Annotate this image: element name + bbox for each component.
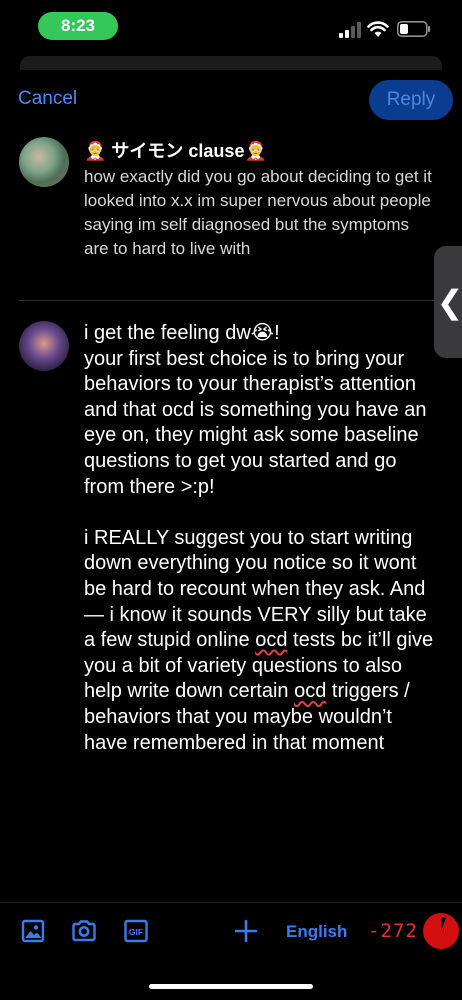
reply-line: i get the feeling dw😭! [84, 322, 280, 344]
original-post-author: 🤶 サイモン clause🤶 [84, 141, 267, 161]
image-icon[interactable] [20, 918, 46, 944]
reply-paragraph: your first best choice is to bring your … [84, 347, 427, 498]
language-selector[interactable]: English [286, 922, 347, 942]
character-limit-ring-icon [423, 913, 459, 949]
original-post-text: how exactly did you go about deciding to… [84, 167, 432, 258]
home-indicator[interactable] [149, 984, 313, 989]
reply-paragraph: i REALLY suggest you to start writing do… [84, 526, 436, 756]
chevron-left-icon: ❮ [436, 284, 462, 320]
gif-label: GIF [129, 927, 143, 937]
thread-divider [18, 300, 462, 301]
plus-icon[interactable] [233, 918, 259, 944]
battery-icon [397, 21, 431, 37]
status-time: 8:23 [38, 12, 118, 40]
original-post-avatar[interactable] [19, 137, 69, 187]
toolbar-divider [0, 902, 462, 903]
spellcheck-flag[interactable]: ocd [294, 680, 326, 702]
character-counter: -272 [368, 920, 418, 942]
user-avatar [19, 321, 69, 371]
gif-icon[interactable]: GIF [123, 918, 149, 944]
spellcheck-flag[interactable]: ocd [255, 629, 287, 651]
wifi-icon [367, 21, 389, 37]
status-bar: 8:23 [0, 0, 462, 52]
sheet-top-edge [20, 56, 442, 70]
cancel-button[interactable]: Cancel [18, 88, 77, 110]
reply-text-input[interactable]: i get the feeling dw😭! your first best c… [84, 321, 436, 756]
cellular-signal-icon [339, 22, 361, 38]
side-panel-handle[interactable]: ❮ [434, 246, 462, 358]
camera-icon[interactable] [71, 918, 97, 944]
reply-button[interactable]: Reply [369, 80, 453, 120]
